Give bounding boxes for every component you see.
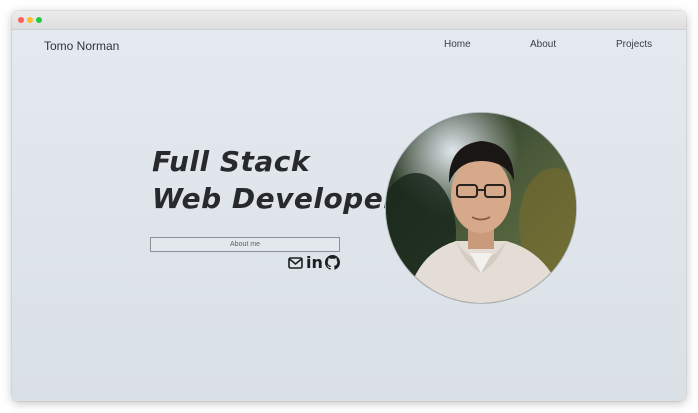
github-icon[interactable] bbox=[325, 255, 340, 271]
profile-photo bbox=[385, 112, 577, 304]
about-me-button[interactable]: About me bbox=[150, 237, 340, 252]
close-window-button[interactable] bbox=[18, 17, 24, 23]
nav-home-link[interactable]: Home bbox=[444, 39, 471, 50]
hero-line-2: Web Developer bbox=[152, 182, 398, 215]
maximize-window-button[interactable] bbox=[36, 17, 42, 23]
linkedin-icon[interactable]: in bbox=[306, 253, 323, 272]
nav-projects-link[interactable]: Projects bbox=[616, 39, 652, 50]
hero-headline: Full Stack Web Developer bbox=[152, 143, 398, 217]
mail-icon[interactable] bbox=[288, 257, 303, 273]
window-titlebar bbox=[12, 11, 686, 30]
browser-window: Tomo Norman Home About Projects Full Sta… bbox=[12, 11, 686, 401]
minimize-window-button[interactable] bbox=[27, 17, 33, 23]
site-brand[interactable]: Tomo Norman bbox=[44, 39, 119, 53]
nav-about-link[interactable]: About bbox=[530, 39, 556, 50]
hero-line-1: Full Stack bbox=[152, 145, 310, 178]
